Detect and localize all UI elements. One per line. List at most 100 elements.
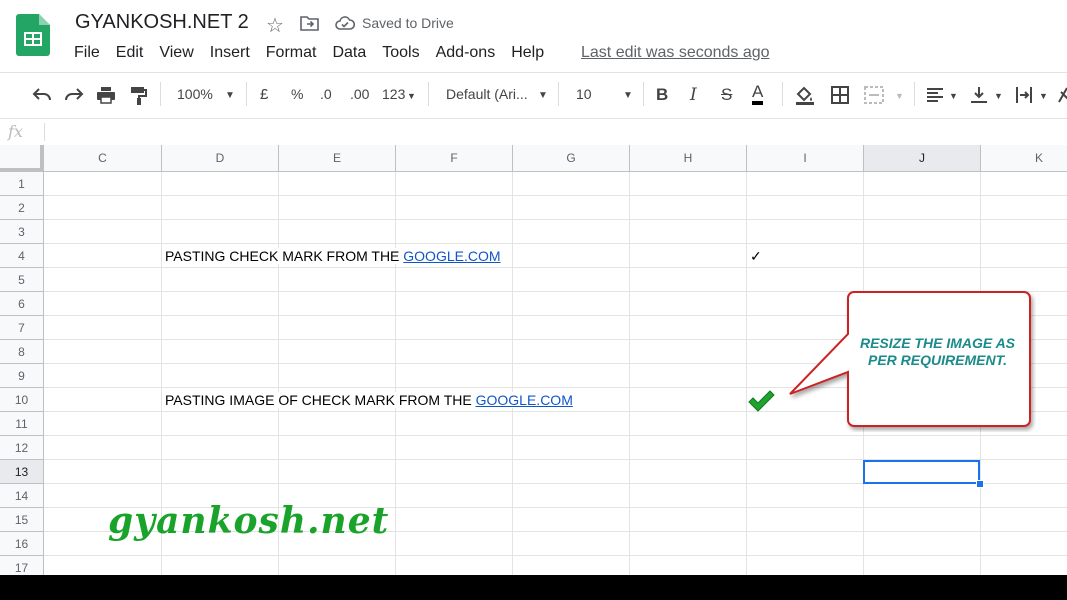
vertical-align-icon[interactable] xyxy=(970,86,988,104)
menu-bar: File Edit View Insert Format Data Tools … xyxy=(74,44,560,62)
callout-line-1: RESIZE THE IMAGE AS xyxy=(859,335,1016,351)
more-formats-dropdown-icon[interactable]: ▼ xyxy=(407,91,416,101)
undo-icon[interactable] xyxy=(32,88,52,102)
currency-button[interactable]: £ xyxy=(260,86,268,103)
watermark: gyankosh.net xyxy=(108,500,390,542)
row-header-12[interactable]: 12 xyxy=(0,436,44,460)
row-header-16[interactable]: 16 xyxy=(0,532,44,556)
menu-format[interactable]: Format xyxy=(266,44,317,62)
vertical-align-dropdown-icon[interactable]: ▼ xyxy=(994,91,1003,101)
row-header-17[interactable]: 17 xyxy=(0,556,44,575)
column-header-c[interactable]: C xyxy=(44,145,162,172)
google-link[interactable]: GOOGLE.COM xyxy=(476,392,573,408)
menu-edit[interactable]: Edit xyxy=(116,44,144,62)
grid-line xyxy=(44,555,1067,556)
percent-button[interactable]: % xyxy=(291,86,303,102)
cell-d4[interactable]: PASTING CHECK MARK FROM THE GOOGLE.COM xyxy=(165,248,505,264)
print-icon[interactable] xyxy=(96,86,116,104)
merge-cells-icon[interactable] xyxy=(864,86,884,104)
row-header-10[interactable]: 10 xyxy=(0,388,44,412)
increase-decimal-button[interactable]: .00 xyxy=(350,86,369,102)
bottom-bar xyxy=(0,575,1067,600)
menu-tools[interactable]: Tools xyxy=(382,44,419,62)
row-header-14[interactable]: 14 xyxy=(0,484,44,508)
paint-format-icon[interactable] xyxy=(130,86,148,106)
fx-icon: fx xyxy=(8,122,23,141)
row-header-13[interactable]: 13 xyxy=(0,460,44,484)
selected-cell-j13[interactable] xyxy=(863,460,980,484)
grid-line xyxy=(44,219,1067,220)
star-icon[interactable]: ☆ xyxy=(266,13,284,38)
row-header-9[interactable]: 9 xyxy=(0,364,44,388)
font-dropdown-icon[interactable]: ▼ xyxy=(538,90,548,101)
grid-line xyxy=(44,435,1067,436)
zoom-select[interactable]: 100% xyxy=(177,86,213,102)
font-size-dropdown-icon[interactable]: ▼ xyxy=(623,90,633,101)
text-rotation-icon[interactable] xyxy=(1057,86,1067,104)
fill-handle[interactable] xyxy=(976,480,984,488)
cell-i4-check-mark[interactable]: ✓ xyxy=(750,248,762,265)
italic-icon[interactable]: I xyxy=(690,85,697,105)
strikethrough-icon[interactable]: S xyxy=(721,85,732,105)
borders-icon[interactable] xyxy=(831,86,849,104)
menu-help[interactable]: Help xyxy=(511,44,544,62)
grid-line xyxy=(512,172,513,575)
column-header-j[interactable]: J xyxy=(864,145,981,172)
row-header-5[interactable]: 5 xyxy=(0,268,44,292)
horizontal-align-dropdown-icon[interactable]: ▼ xyxy=(949,91,958,101)
text-color-icon[interactable]: A xyxy=(752,83,764,105)
row-header-1[interactable]: 1 xyxy=(0,172,44,196)
row-header-15[interactable]: 15 xyxy=(0,508,44,532)
menu-insert[interactable]: Insert xyxy=(210,44,250,62)
column-header-g[interactable]: G xyxy=(513,145,630,172)
menu-view[interactable]: View xyxy=(159,44,193,62)
menu-file[interactable]: File xyxy=(74,44,100,62)
callout-line-2: PER REQUIREMENT. xyxy=(868,352,1007,368)
merge-dropdown-icon[interactable]: ▼ xyxy=(895,91,904,101)
grid-line xyxy=(44,243,1067,244)
select-all-corner[interactable] xyxy=(0,145,44,172)
column-header-e[interactable]: E xyxy=(279,145,396,172)
font-select[interactable]: Default (Ari... xyxy=(446,86,528,102)
formula-bar[interactable]: fx xyxy=(0,118,1067,146)
row-header-6[interactable]: 6 xyxy=(0,292,44,316)
redo-icon[interactable] xyxy=(64,88,84,102)
zoom-dropdown-icon[interactable]: ▼ xyxy=(225,90,235,101)
column-header-k[interactable]: K xyxy=(981,145,1067,172)
document-title[interactable]: GYANKOSH.NET 2 xyxy=(75,11,249,34)
cell-d4-text: PASTING CHECK MARK FROM THE xyxy=(165,248,404,264)
cloud-saved-icon[interactable] xyxy=(335,15,355,31)
fill-color-icon[interactable] xyxy=(795,85,815,105)
sheets-logo-icon[interactable] xyxy=(16,14,50,56)
decrease-decimal-button[interactable]: .0 xyxy=(320,86,332,102)
row-header-7[interactable]: 7 xyxy=(0,316,44,340)
column-header-h[interactable]: H xyxy=(630,145,747,172)
last-edit-link[interactable]: Last edit was seconds ago xyxy=(581,44,770,62)
text-wrapping-icon[interactable] xyxy=(1015,86,1033,104)
move-to-folder-icon[interactable] xyxy=(300,14,320,32)
google-link[interactable]: GOOGLE.COM xyxy=(403,248,500,264)
grid-line xyxy=(629,172,630,575)
grid-line xyxy=(44,267,1067,268)
column-header-d[interactable]: D xyxy=(162,145,279,172)
more-formats-button[interactable]: 123 xyxy=(382,86,405,102)
callout-text: RESIZE THE IMAGE AS PER REQUIREMENT. xyxy=(850,335,1025,369)
menu-addons[interactable]: Add-ons xyxy=(436,44,496,62)
column-header-f[interactable]: F xyxy=(396,145,513,172)
row-header-3[interactable]: 3 xyxy=(0,220,44,244)
menu-data[interactable]: Data xyxy=(332,44,366,62)
font-size-select[interactable]: 10 xyxy=(576,86,592,102)
cell-d10[interactable]: PASTING IMAGE OF CHECK MARK FROM THE GOO… xyxy=(165,392,577,408)
row-header-2[interactable]: 2 xyxy=(0,196,44,220)
text-wrapping-dropdown-icon[interactable]: ▼ xyxy=(1039,91,1048,101)
saved-status: Saved to Drive xyxy=(362,15,454,31)
row-header-8[interactable]: 8 xyxy=(0,340,44,364)
formula-bar-divider xyxy=(44,123,45,141)
row-header-4[interactable]: 4 xyxy=(0,244,44,268)
grid-line xyxy=(746,172,747,575)
bold-icon[interactable]: B xyxy=(656,85,668,105)
column-header-i[interactable]: I xyxy=(747,145,864,172)
horizontal-align-icon[interactable] xyxy=(926,87,944,103)
row-header-11[interactable]: 11 xyxy=(0,412,44,436)
check-mark-image[interactable] xyxy=(747,390,775,412)
